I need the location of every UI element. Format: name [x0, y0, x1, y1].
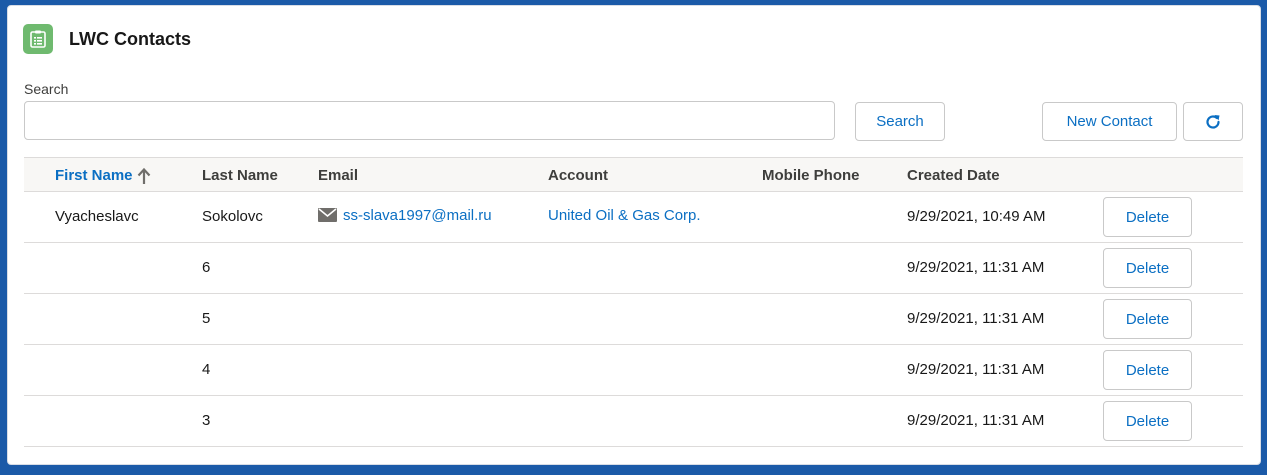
- column-header-last-name[interactable]: Last Name: [202, 167, 278, 184]
- table-row: 5 9/29/2021, 11:31 AM Delete: [24, 294, 1243, 345]
- refresh-icon: [1206, 114, 1220, 129]
- search-input[interactable]: [24, 101, 835, 140]
- cell-created-date: 9/29/2021, 11:31 AM: [907, 259, 1045, 276]
- column-header-account[interactable]: Account: [548, 167, 608, 184]
- new-contact-button[interactable]: New Contact: [1042, 102, 1177, 141]
- table-row: 3 9/29/2021, 11:31 AM Delete: [24, 396, 1243, 447]
- search-label: Search: [24, 81, 69, 97]
- column-header-created-date[interactable]: Created Date: [907, 167, 1000, 184]
- card-header: LWC Contacts: [23, 24, 191, 54]
- table-row: 6 9/29/2021, 11:31 AM Delete: [24, 243, 1243, 294]
- column-header-first-name[interactable]: First Name: [55, 167, 151, 185]
- delete-button[interactable]: Delete: [1103, 350, 1192, 390]
- column-header-email[interactable]: Email: [318, 167, 358, 184]
- search-button[interactable]: Search: [855, 102, 945, 141]
- cell-email[interactable]: ss-slava1997@mail.ru: [318, 207, 492, 224]
- delete-button[interactable]: Delete: [1103, 401, 1192, 441]
- table-row: 4 9/29/2021, 11:31 AM Delete: [24, 345, 1243, 396]
- delete-button[interactable]: Delete: [1103, 248, 1192, 288]
- email-icon: [318, 208, 337, 222]
- column-label: First Name: [55, 167, 133, 184]
- cell-last-name: 6: [202, 259, 211, 276]
- contacts-card: LWC Contacts Search Search New Contact F…: [7, 5, 1261, 465]
- cell-created-date: 9/29/2021, 10:49 AM: [907, 208, 1046, 225]
- cell-last-name: 4: [202, 361, 211, 378]
- delete-button[interactable]: Delete: [1103, 299, 1192, 339]
- account-link[interactable]: United Oil & Gas Corp.: [548, 207, 701, 224]
- contacts-table: First Name Last Name Email Account Mobil…: [24, 157, 1243, 447]
- card-title: LWC Contacts: [69, 28, 192, 49]
- cell-created-date: 9/29/2021, 11:31 AM: [907, 310, 1045, 327]
- column-header-mobile-phone[interactable]: Mobile Phone: [762, 167, 860, 184]
- delete-button[interactable]: Delete: [1103, 197, 1192, 237]
- table-header: First Name Last Name Email Account Mobil…: [24, 157, 1243, 192]
- cell-created-date: 9/29/2021, 11:31 AM: [907, 412, 1045, 429]
- cell-last-name: Sokolovc: [202, 208, 263, 225]
- table-row: Vyacheslavc Sokolovc ss-slava1997@mail.r…: [24, 192, 1243, 243]
- cell-first-name: Vyacheslavc: [55, 208, 139, 225]
- cell-created-date: 9/29/2021, 11:31 AM: [907, 361, 1045, 378]
- email-link[interactable]: ss-slava1997@mail.ru: [343, 207, 492, 224]
- refresh-button[interactable]: [1183, 102, 1243, 141]
- sort-ascending-icon: [137, 167, 150, 185]
- cell-last-name: 3: [202, 412, 211, 429]
- cell-last-name: 5: [202, 310, 211, 327]
- contacts-list-icon: [23, 24, 53, 54]
